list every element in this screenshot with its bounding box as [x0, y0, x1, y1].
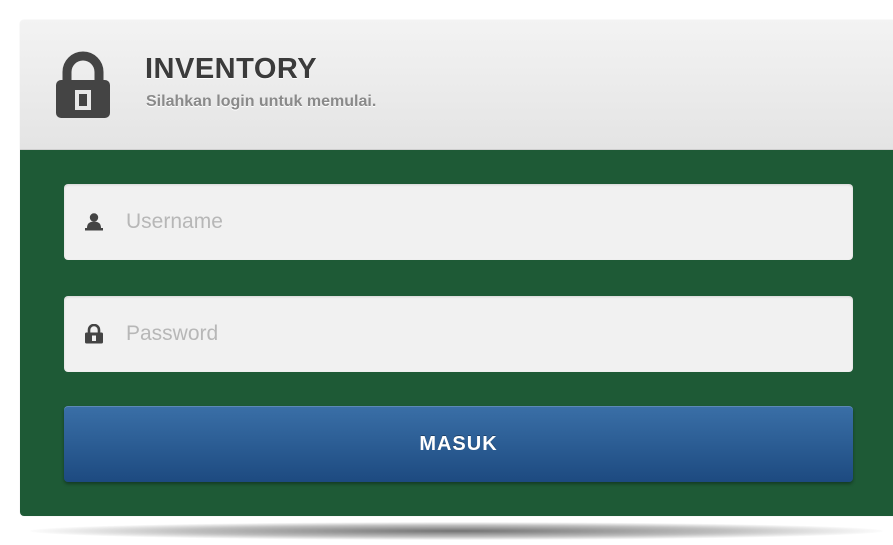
login-page: INVENTORY Silahkan login untuk memulai. — [0, 0, 893, 545]
login-panel: INVENTORY Silahkan login untuk memulai. — [20, 20, 893, 516]
padlock-icon — [85, 324, 103, 344]
login-button[interactable]: MASUK — [64, 406, 853, 482]
app-title: INVENTORY — [145, 53, 318, 85]
user-icon — [85, 213, 103, 231]
login-form: MASUK — [20, 150, 893, 516]
username-field[interactable] — [64, 184, 853, 260]
lock-icon — [56, 51, 110, 118]
panel-shadow — [30, 522, 883, 540]
username-input[interactable] — [126, 184, 826, 260]
password-field[interactable] — [64, 296, 853, 372]
password-input[interactable] — [126, 296, 826, 372]
login-header: INVENTORY Silahkan login untuk memulai. — [20, 20, 893, 150]
login-subtitle: Silahkan login untuk memulai. — [146, 93, 377, 110]
